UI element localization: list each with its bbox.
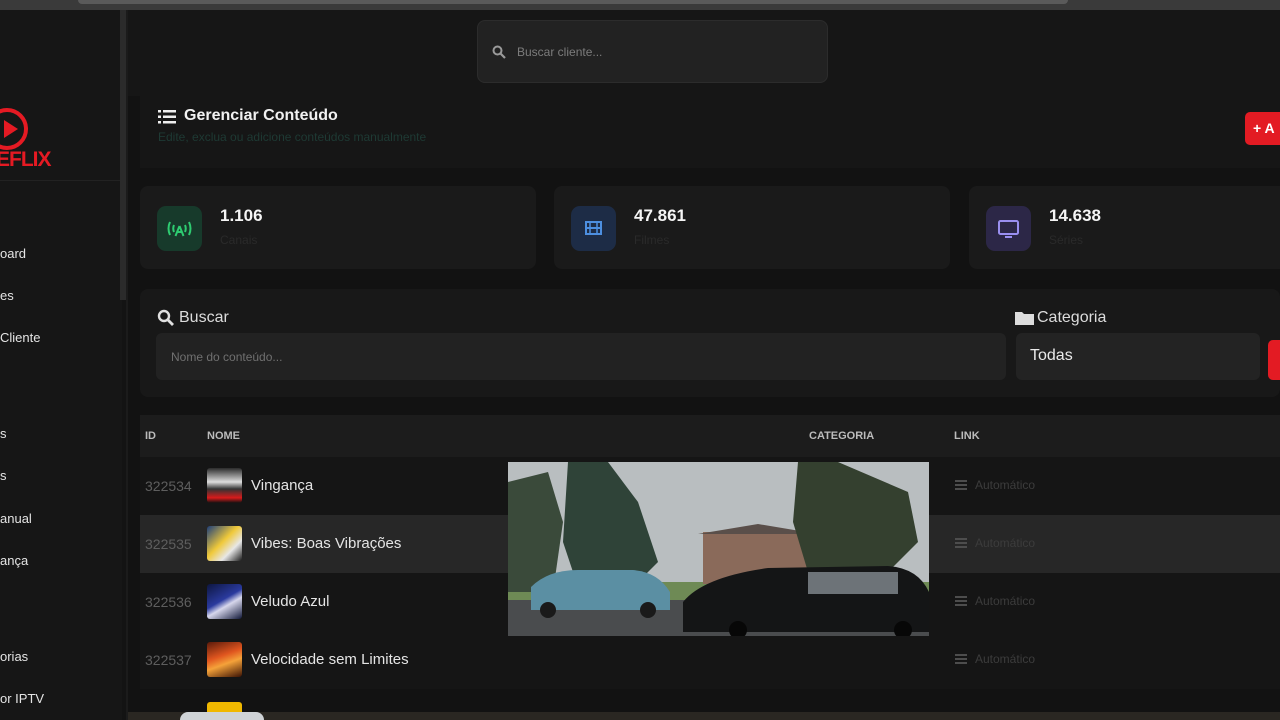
folder-icon bbox=[1015, 312, 1034, 325]
search-icon bbox=[157, 309, 174, 326]
stat-card-canais: 1.106 Canais bbox=[140, 186, 536, 269]
content-thumbnail bbox=[207, 468, 242, 503]
row-name: Velocidade sem Limites bbox=[251, 651, 409, 668]
list-icon bbox=[955, 654, 967, 664]
sidebar-separator bbox=[0, 180, 120, 181]
stat-label-filmes: Filmes bbox=[634, 233, 670, 247]
stat-label-canais: Canais bbox=[220, 233, 258, 247]
stat-value-filmes: 47.861 bbox=[634, 206, 686, 225]
column-header-link[interactable]: LINK bbox=[954, 430, 980, 442]
column-header-id[interactable]: ID bbox=[145, 430, 156, 442]
sidebar-item-novo-cliente[interactable]: Cliente bbox=[0, 330, 40, 345]
search-label: Buscar bbox=[179, 309, 229, 326]
sidebar-item-5[interactable]: s bbox=[0, 468, 7, 483]
list-icon bbox=[955, 596, 967, 606]
bottom-strip bbox=[128, 712, 1280, 720]
stat-label-series: Séries bbox=[1049, 233, 1084, 247]
client-search-placeholder: Buscar cliente... bbox=[517, 45, 603, 59]
list-icon bbox=[955, 480, 967, 490]
tv-icon bbox=[986, 206, 1031, 251]
table-header bbox=[140, 415, 1280, 457]
stat-value-series: 14.638 bbox=[1049, 206, 1101, 225]
column-header-nome[interactable]: NOME bbox=[207, 430, 240, 442]
broadcast-icon bbox=[157, 206, 202, 251]
client-search-input[interactable]: Buscar cliente... bbox=[477, 20, 828, 83]
row-link: Automático bbox=[975, 478, 1036, 492]
table-row[interactable]: 322537 Velocidade sem Limites Automático bbox=[140, 631, 1280, 689]
row-name: Veludo Azul bbox=[251, 593, 330, 610]
content-thumbnail bbox=[207, 526, 242, 561]
app-logo[interactable]: EFLIX bbox=[0, 108, 52, 171]
stat-card-filmes: 47.861 Filmes bbox=[554, 186, 950, 269]
row-id: 322536 bbox=[145, 594, 192, 610]
row-name: Vingança bbox=[251, 477, 314, 494]
list-icon bbox=[955, 538, 967, 548]
video-preview[interactable] bbox=[508, 462, 929, 636]
stat-value-canais: 1.106 bbox=[220, 206, 263, 225]
search-icon bbox=[492, 45, 506, 59]
column-header-categoria[interactable]: CATEGORIA bbox=[809, 430, 874, 442]
row-name: Vibes: Boas Vibrações bbox=[251, 535, 402, 552]
row-link: Automático bbox=[975, 594, 1036, 608]
category-select[interactable]: Todas bbox=[1016, 333, 1260, 380]
category-label: Categoria bbox=[1037, 309, 1107, 326]
page-subtitle: Edite, exclua ou adicione conteúdos manu… bbox=[158, 130, 427, 144]
browser-top-strip bbox=[0, 0, 1280, 10]
content-thumbnail bbox=[207, 642, 242, 677]
row-id: 322537 bbox=[145, 652, 192, 668]
sidebar-item-dashboard[interactable]: oard bbox=[0, 246, 26, 261]
content-name-placeholder: Nome do conteúdo... bbox=[171, 350, 283, 364]
sidebar-item-manual[interactable]: anual bbox=[0, 511, 32, 526]
content-name-input[interactable]: Nome do conteúdo... bbox=[156, 333, 1006, 380]
row-link: Automático bbox=[975, 652, 1036, 666]
browser-tab[interactable] bbox=[78, 0, 1068, 4]
sidebar-item-cobranca[interactable]: ança bbox=[0, 553, 28, 568]
overlay-blob bbox=[180, 712, 264, 720]
add-content-button[interactable]: + A bbox=[1245, 112, 1280, 145]
row-id: 322535 bbox=[145, 536, 192, 552]
play-icon bbox=[0, 108, 28, 150]
page-title: Gerenciar Conteúdo bbox=[184, 107, 338, 124]
film-icon bbox=[571, 206, 616, 251]
row-link: Automático bbox=[975, 536, 1036, 550]
sidebar-item-servidor-iptv[interactable]: or IPTV bbox=[0, 691, 44, 706]
stat-card-series: 14.638 Séries bbox=[969, 186, 1280, 269]
list-icon bbox=[158, 110, 176, 124]
logo-text: EFLIX bbox=[0, 148, 52, 171]
category-select-value: Todas bbox=[1030, 347, 1073, 364]
row-id: 322534 bbox=[145, 478, 192, 494]
filter-button[interactable] bbox=[1268, 340, 1280, 380]
sidebar-item-categorias[interactable]: orias bbox=[0, 649, 28, 664]
content-thumbnail bbox=[207, 584, 242, 619]
sidebar-item-4[interactable]: s bbox=[0, 426, 7, 441]
sidebar-item-clientes[interactable]: es bbox=[0, 288, 14, 303]
